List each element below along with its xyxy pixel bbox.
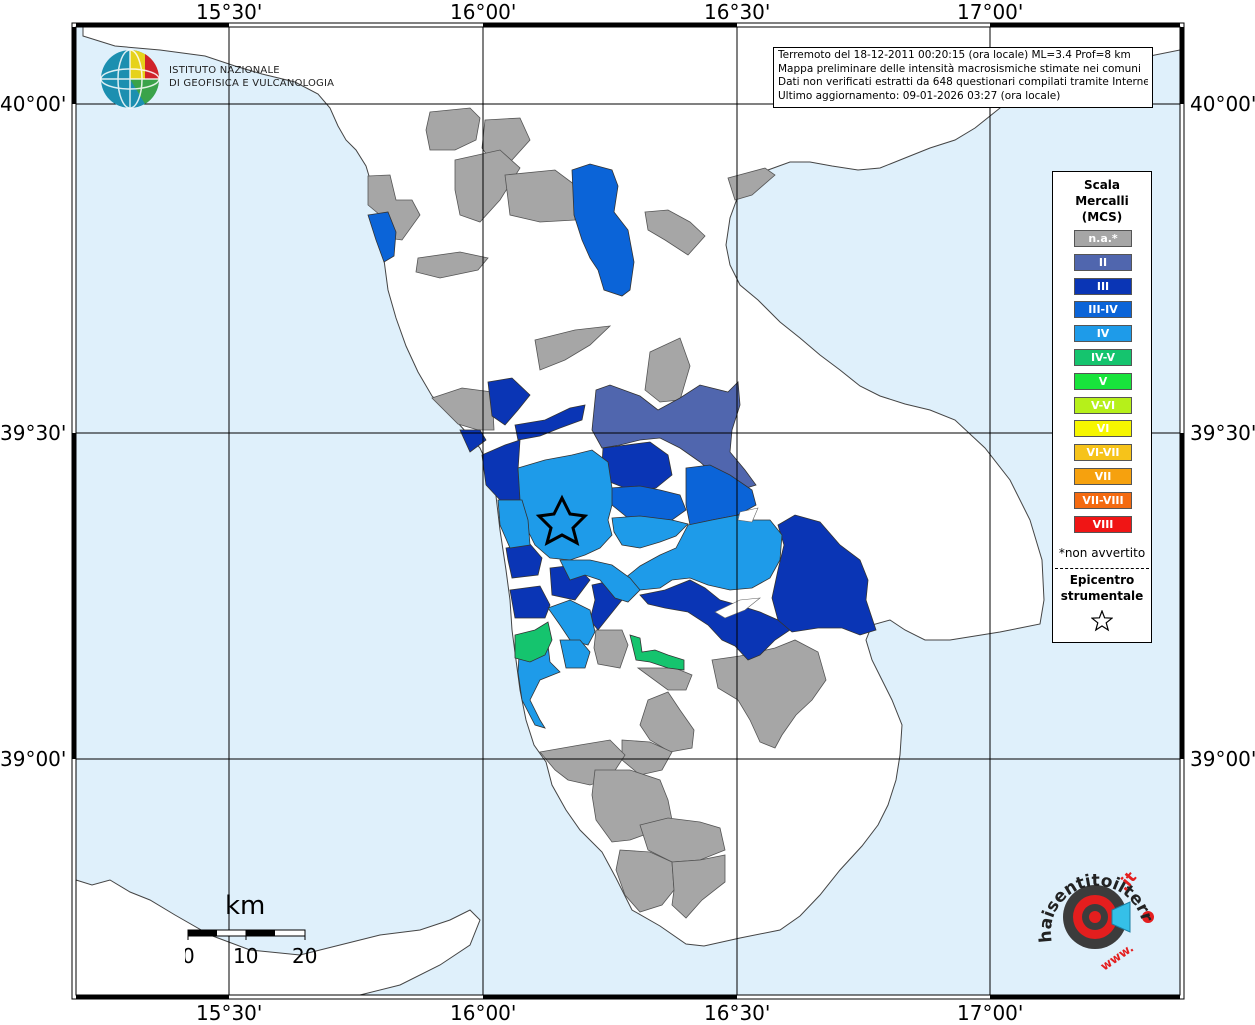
scale-unit: km (225, 891, 265, 921)
tick-right-4000: 40°00' (1190, 92, 1255, 116)
event-info-box: Terremoto del 18-12-2011 00:20:15 (ora l… (773, 47, 1153, 108)
legend-swatch: VII (1074, 468, 1132, 485)
info-line-updated: Ultimo aggiornamento: 09-01-2026 03:27 (… (778, 89, 1061, 102)
legend-swatch: n.a.* (1074, 230, 1132, 247)
tick-right-3930: 39°30' (1190, 421, 1255, 445)
tick-left-3930: 39°30' (0, 421, 67, 445)
legend-swatch: III (1074, 277, 1132, 295)
scale-label-10: 10 (233, 944, 258, 968)
info-line-data: Dati non verificati estratti da 648 ques… (778, 76, 1148, 88)
tick-bottom-1530: 15°30' (196, 1001, 263, 1025)
tick-top-1700: 17°00' (957, 0, 1024, 24)
legend-epicenter-line1: Epicentro (1069, 573, 1135, 587)
tick-left-3900: 39°00' (0, 747, 67, 771)
tick-bottom-1700: 17°00' (957, 1001, 1024, 1025)
scale-bar: km 0 10 20 (185, 891, 317, 968)
legend-swatch: VII-VIII (1074, 491, 1132, 509)
tick-top-1530: 15°30' (196, 0, 263, 24)
legend-swatch: V (1074, 372, 1132, 390)
legend-swatch: VI-VII (1074, 444, 1132, 462)
legend-epicenter-label: Epicentro strumentale (1053, 572, 1151, 604)
tick-left-4000: 40°00' (0, 92, 67, 116)
legend-title: Scala Mercalli (MCS) (1053, 177, 1151, 225)
info-line-event: Terremoto del 18-12-2011 00:20:15 (ora l… (778, 49, 1131, 61)
legend-separator (1055, 568, 1149, 569)
ingv-globe-logo (100, 49, 160, 109)
info-line-map: Mappa preliminare delle intensità macros… (778, 62, 1141, 75)
haisentito-logo: haisentitoilterremoto .it www. (1030, 862, 1157, 972)
legend-swatch: IV-V (1074, 349, 1132, 366)
legend-star-icon (1091, 610, 1113, 632)
legend-epicenter-line2: strumentale (1060, 589, 1144, 603)
legend-swatch: V-VI (1074, 396, 1132, 414)
ingv-line1: ISTITUTO NAZIONALE (169, 65, 280, 76)
legend-title-line1: Scala (1083, 178, 1121, 192)
ingv-name: ISTITUTO NAZIONALE DI GEOFISICA E VULCAN… (169, 64, 334, 90)
tick-bottom-1600: 16°00' (450, 1001, 517, 1025)
legend-swatch: VIII (1074, 515, 1132, 533)
legend-swatch: III-IV (1074, 301, 1132, 319)
tick-right-3900: 39°00' (1190, 747, 1255, 771)
tick-top-1630: 16°30' (704, 0, 771, 24)
legend-note: *non avvertito (1058, 546, 1146, 560)
legend-title-line3: (MCS) (1081, 210, 1123, 224)
legend-title-line2: Mercalli (1075, 194, 1129, 208)
scale-label-0: 0 (185, 944, 195, 968)
legend-swatch: VI (1074, 420, 1132, 438)
mcs-legend: Scala Mercalli (MCS) n.a.* II III III-IV IV I… (1052, 171, 1152, 643)
scale-label-20: 20 (292, 944, 317, 968)
ingv-line2: DI GEOFISICA E VULCANOLOGIA (169, 78, 335, 89)
legend-swatch: II (1074, 253, 1132, 271)
tick-top-1600: 16°00' (450, 0, 517, 24)
tick-bottom-1630: 16°30' (704, 1001, 771, 1025)
legend-swatch: IV (1074, 325, 1132, 343)
